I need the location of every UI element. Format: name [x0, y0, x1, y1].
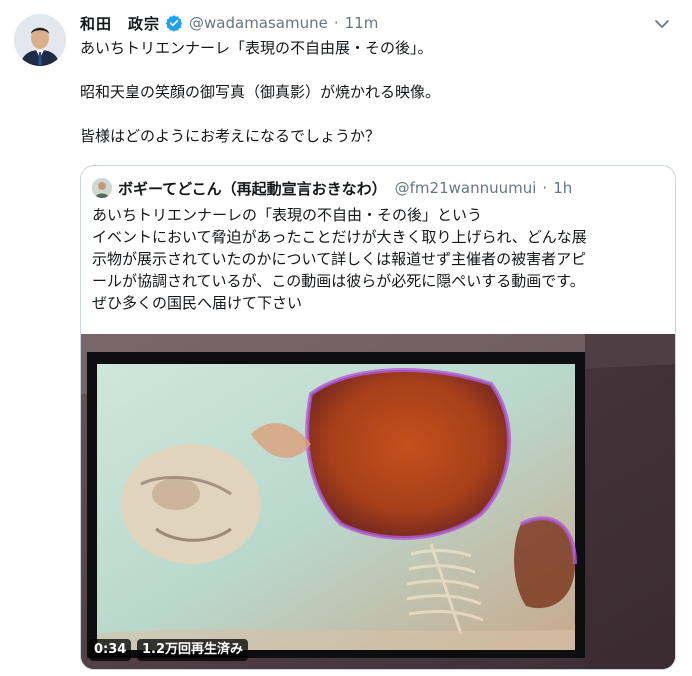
- video-views-badge: 1.2万回再生済み: [137, 639, 249, 661]
- author-name[interactable]: 和田 政宗: [80, 13, 160, 34]
- quoted-author-avatar[interactable]: [92, 178, 112, 198]
- quoted-text-line: イベントにおいて脅迫があったことだけが大きく取り上げられ、どんな展: [92, 228, 587, 246]
- video-duration-badge: 0:34: [89, 639, 132, 661]
- tweet-text-line: 皆様はどのようにお考えになるでしょうか？: [80, 127, 381, 145]
- video-thumbnail: [81, 334, 675, 669]
- video-player[interactable]: 0:34 1.2万回再生済み: [81, 334, 675, 669]
- quoted-text-line: ールが協調されているが、この動画は彼らが必死に隠ぺいする動画です。: [92, 272, 585, 290]
- author-handle[interactable]: @wadamasamune: [189, 14, 328, 32]
- quoted-tweet-header: ボギーてどこん（再起動宣言おきなわ） @fm21wannuumui · 1h: [92, 177, 572, 199]
- verified-badge-icon: [165, 14, 183, 32]
- tweet: 和田 政宗 @wadamasamune · 11m あいちトリエンナーレ「表現の…: [0, 0, 692, 676]
- quoted-author-handle[interactable]: @fm21wannuumui: [395, 179, 537, 197]
- tweet-header: 和田 政宗 @wadamasamune · 11m: [80, 12, 678, 34]
- quoted-tweet[interactable]: ボギーてどこん（再起動宣言おきなわ） @fm21wannuumui · 1h あ…: [80, 165, 676, 670]
- chevron-down-icon[interactable]: [652, 14, 672, 34]
- quoted-text-line: 示物が展示されていたのかについて詳しくは報道せず主催者の被害者アピ: [92, 250, 587, 268]
- quoted-tweet-text: あいちトリエンナーレの「表現の不自由・その後」という イベントにおいて脅迫があっ…: [92, 204, 672, 314]
- author-avatar[interactable]: [14, 14, 66, 66]
- quoted-text-line: ぜひ多くの国民へ届けて下さい: [92, 294, 303, 312]
- separator-dot: ·: [333, 14, 339, 32]
- quoted-text-line: あいちトリエンナーレの「表現の不自由・その後」という: [92, 206, 483, 224]
- tweet-text-line: 昭和天皇の笑顔の御写真（御真影）が焼かれる映像。: [80, 83, 441, 101]
- quoted-timestamp[interactable]: 1h: [553, 179, 572, 197]
- separator-dot: ·: [542, 179, 548, 197]
- quoted-author-name[interactable]: ボギーてどこん（再起動宣言おきなわ）: [118, 178, 387, 199]
- tweet-text-line: あいちトリエンナーレ「表現の不自由展・その後」。: [80, 39, 433, 57]
- tweet-timestamp[interactable]: 11m: [345, 14, 379, 32]
- tweet-text: あいちトリエンナーレ「表現の不自由展・その後」。 昭和天皇の笑顔の御写真（御真影…: [80, 37, 680, 147]
